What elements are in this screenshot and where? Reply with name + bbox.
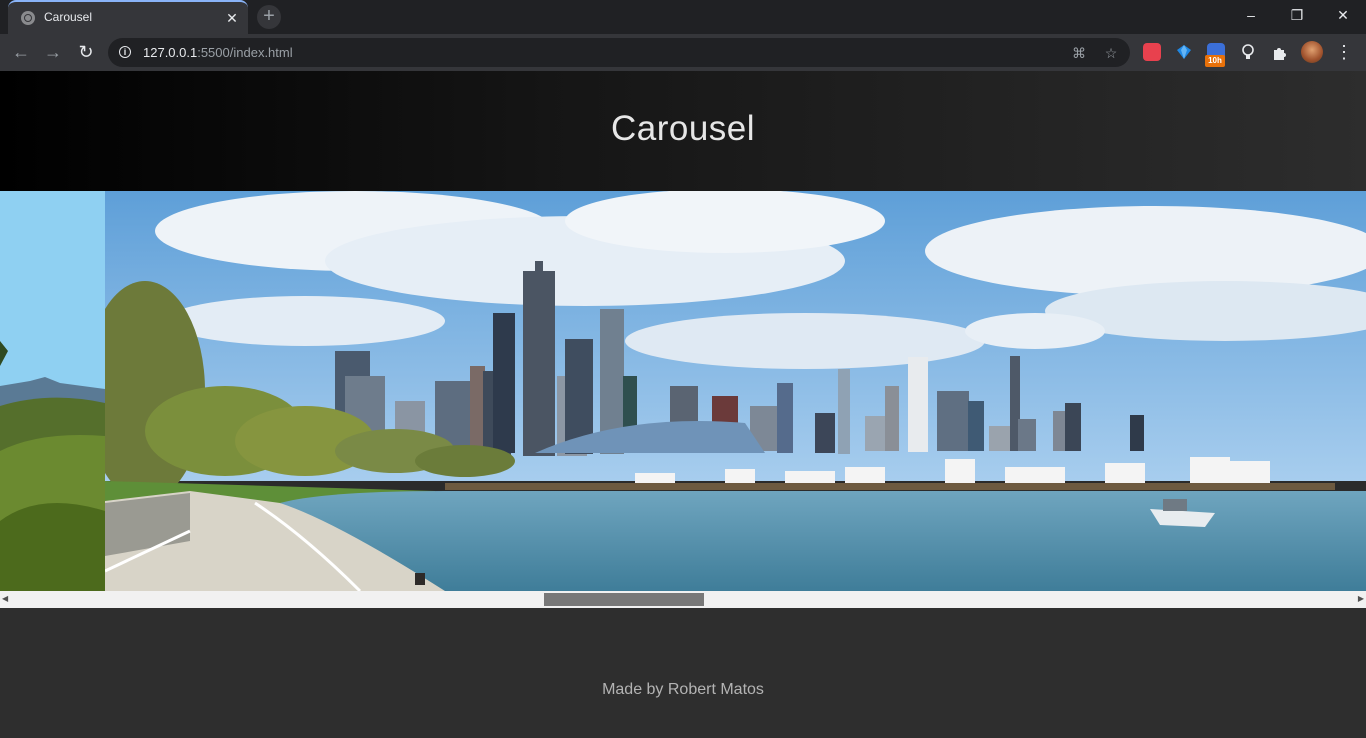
menu-dots-icon[interactable]: ⋮ (1334, 40, 1354, 64)
minimize-button[interactable]: – (1228, 0, 1274, 32)
carousel-scrollbar[interactable]: ◀ ▶ (0, 591, 1366, 608)
scroll-right-arrow-icon[interactable]: ▶ (1354, 594, 1364, 604)
browser-tabstrip: Carousel ✕ + – ❐ ✕ (0, 0, 1366, 34)
reload-icon[interactable]: ↻ (74, 40, 98, 64)
close-tab-icon[interactable]: ✕ (222, 8, 242, 28)
translate-icon[interactable]: ⌘ (1069, 43, 1089, 63)
window-close-button[interactable]: ✕ (1320, 0, 1366, 32)
page-header: Carousel (0, 71, 1366, 191)
page: Carousel ◀ ▶ Made by Robert Matos (0, 71, 1366, 738)
profile-avatar[interactable] (1301, 41, 1323, 63)
address-bar[interactable]: i 127.0.0.1:5500/index.html ⌘ ☆ (108, 38, 1130, 67)
extension-gem-icon[interactable] (1175, 43, 1193, 61)
carousel-slide-mountain (0, 191, 105, 591)
new-tab-button[interactable]: + (257, 5, 281, 29)
scrollbar-thumb[interactable] (544, 593, 704, 606)
browser-tab[interactable]: Carousel ✕ (8, 0, 248, 34)
site-info-icon[interactable]: i (119, 46, 131, 58)
page-title: Carousel (610, 109, 756, 148)
tab-title: Carousel (44, 10, 93, 24)
carousel-slide-chicago-skyline (85, 191, 1366, 591)
carousel[interactable] (0, 191, 1366, 591)
footer-credit: Made by Robert Matos (602, 681, 764, 698)
url-text: 127.0.0.1:5500/index.html (143, 45, 293, 60)
back-arrow-icon[interactable]: ← (9, 40, 33, 64)
page-footer: Made by Robert Matos (0, 608, 1366, 738)
globe-icon (21, 11, 35, 25)
bookmark-star-icon[interactable]: ☆ (1101, 43, 1121, 63)
extension-red-icon[interactable] (1143, 43, 1161, 61)
extension-badge: 10h (1205, 55, 1225, 67)
restore-button[interactable]: ❐ (1274, 0, 1320, 32)
extensions-puzzle-icon[interactable] (1271, 43, 1289, 61)
scroll-left-arrow-icon[interactable]: ◀ (2, 594, 12, 604)
forward-arrow-icon[interactable]: → (41, 40, 65, 64)
lightbulb-icon[interactable] (1239, 43, 1257, 61)
browser-toolbar: ← → ↻ i 127.0.0.1:5500/index.html ⌘ ☆ 10… (0, 34, 1366, 71)
